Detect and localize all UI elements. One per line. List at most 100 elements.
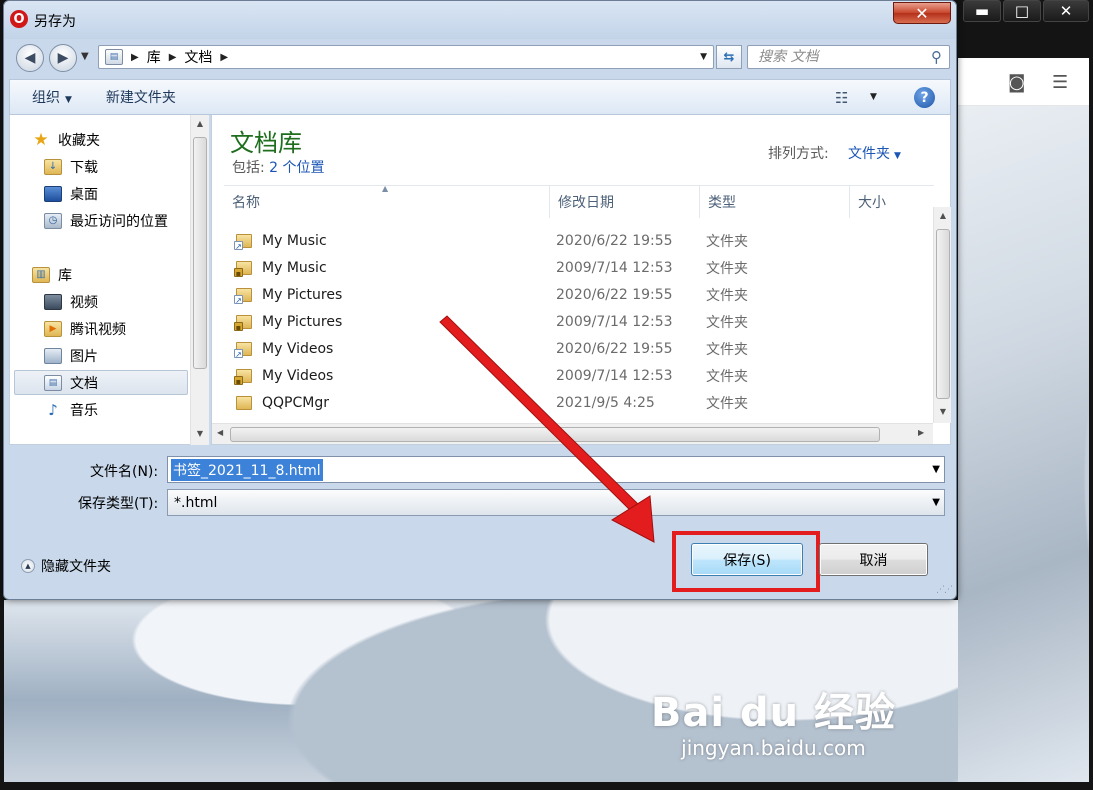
minimize-button[interactable]: ▬: [963, 0, 1001, 22]
nav-item-label: 库: [58, 267, 72, 284]
refresh-button[interactable]: ⇆: [716, 45, 742, 69]
library-includes: 包括: 2 个位置: [232, 157, 325, 177]
table-row[interactable]: ↗ My Music 2020/6/22 19:55 文件夹: [224, 227, 934, 254]
file-type: 文件夹: [706, 287, 748, 304]
breadcrumb-arrow-icon[interactable]: ▶: [220, 52, 228, 63]
file-name: My Music: [262, 259, 327, 276]
column-type-label: 类型: [708, 195, 736, 211]
chevron-down-icon[interactable]: ▼: [932, 497, 940, 508]
library-location-icon: ▤: [105, 49, 123, 65]
filename-input[interactable]: 书签_2021_11_8.html ▼: [167, 456, 945, 483]
file-list-horizontal-thumb[interactable]: [230, 427, 880, 442]
background-wallpaper-bottom: Bai du 经验 jingyan.baidu.com: [4, 600, 958, 782]
opera-icon: O: [10, 10, 28, 28]
table-row[interactable]: ↗ My Pictures 2020/6/22 19:55 文件夹: [224, 281, 934, 308]
file-date: 2020/6/22 19:55: [556, 340, 673, 357]
settings-sliders-icon[interactable]: ☰: [1052, 72, 1068, 93]
chevron-down-icon: ▼: [65, 95, 72, 105]
filename-label: 文件名(N):: [90, 464, 159, 480]
arrange-by-value: 文件夹: [848, 146, 890, 162]
folder-icon: [236, 395, 252, 410]
scroll-up-icon[interactable]: ▲: [934, 211, 952, 220]
table-row[interactable]: ▪ My Pictures 2009/7/14 12:53 文件夹: [224, 308, 934, 335]
file-type: 文件夹: [706, 341, 748, 358]
back-button[interactable]: ◀: [16, 44, 44, 72]
address-dropdown-icon[interactable]: ▼: [700, 52, 707, 62]
navigation-pane: ★ 收藏夹 ↓ 下载 桌面 ◷ 最近访问的位置 ▥ 库 视频 ▶ 腾讯视频 图片…: [9, 115, 209, 445]
search-input[interactable]: [758, 49, 923, 65]
file-list-vertical-scrollbar[interactable]: ▲ ▼: [933, 207, 951, 423]
organize-menu[interactable]: 组织 ▼: [32, 87, 72, 107]
file-list-vertical-thumb[interactable]: [936, 229, 950, 399]
file-type: 文件夹: [706, 314, 748, 331]
nav-item-favorites[interactable]: ★ 收藏夹: [10, 127, 188, 152]
camera-icon[interactable]: ◙: [1008, 72, 1025, 93]
view-options-icon[interactable]: ☷: [835, 89, 848, 107]
scroll-down-icon[interactable]: ▼: [934, 407, 952, 416]
background-wallpaper: ◙ ☰: [958, 58, 1089, 782]
file-list-horizontal-scrollbar[interactable]: ◀ ▶: [212, 423, 933, 444]
dialog-titlebar[interactable]: O 另存为 ✕: [4, 1, 956, 39]
resize-grip-icon[interactable]: ⋰⋰: [936, 585, 953, 595]
search-icon[interactable]: ⚲: [931, 48, 942, 66]
breadcrumb-library[interactable]: 库: [147, 47, 161, 67]
forward-button[interactable]: ▶: [49, 44, 77, 72]
navigation-scrollbar-thumb[interactable]: [193, 137, 207, 369]
nav-item-label: 音乐: [70, 402, 98, 419]
table-row[interactable]: ↗ My Videos 2020/6/22 19:55 文件夹: [224, 335, 934, 362]
save-as-dialog: O 另存为 ✕ ◀ ▶ ▼ ▤ ▶ 库 ▶ 文档 ▶ ▼ ⇆ ⚲ 组织 ▼ 新建文…: [3, 0, 957, 600]
navigation-scrollbar[interactable]: ▲ ▼: [190, 115, 209, 445]
scroll-up-icon[interactable]: ▲: [191, 119, 209, 128]
search-box[interactable]: ⚲: [747, 45, 950, 69]
table-row[interactable]: QQPCMgr 2021/9/5 4:25 文件夹: [224, 389, 934, 416]
help-icon[interactable]: ?: [914, 87, 935, 108]
arrow-right-icon: ▶: [57, 50, 69, 66]
new-folder-button[interactable]: 新建文件夹: [106, 87, 176, 107]
table-row[interactable]: ▪ My Videos 2009/7/14 12:53 文件夹: [224, 362, 934, 389]
nav-item-tencent-video[interactable]: ▶ 腾讯视频: [10, 316, 188, 341]
scroll-right-icon[interactable]: ▶: [918, 428, 924, 437]
filename-selected-text: 书签_2021_11_8.html: [171, 458, 323, 481]
breadcrumb-documents[interactable]: 文档: [184, 47, 212, 67]
file-list-pane: 文档库 包括: 2 个位置 排列方式: 文件夹 ▼ 名称 ▲ 修改日期 类型 大小 …: [211, 115, 951, 445]
column-type[interactable]: 类型: [700, 186, 850, 218]
nav-item-label: 最近访问的位置: [70, 213, 168, 230]
dialog-close-button[interactable]: ✕: [893, 2, 951, 24]
nav-item-libraries[interactable]: ▥ 库: [10, 262, 188, 287]
cancel-button[interactable]: 取消: [819, 543, 928, 576]
scroll-left-icon[interactable]: ◀: [217, 428, 223, 437]
nav-item-desktop[interactable]: 桌面: [10, 181, 188, 206]
table-row[interactable]: ▪ My Music 2009/7/14 12:53 文件夹: [224, 254, 934, 281]
file-date: 2020/6/22 19:55: [556, 232, 673, 249]
nav-item-recent-places[interactable]: ◷ 最近访问的位置: [10, 208, 188, 233]
maximize-button[interactable]: □: [1003, 0, 1041, 22]
column-name[interactable]: 名称 ▲: [224, 184, 550, 218]
column-name-label: 名称: [232, 195, 260, 211]
chevron-down-icon[interactable]: ▼: [932, 464, 940, 475]
breadcrumb-arrow-icon[interactable]: ▶: [131, 52, 139, 63]
nav-item-documents[interactable]: ▤ 文档: [14, 370, 188, 395]
filetype-select[interactable]: *.html ▼: [167, 489, 945, 516]
view-dropdown-icon[interactable]: ▼: [870, 92, 877, 102]
nav-item-music[interactable]: ♪ 音乐: [10, 397, 188, 422]
folder-shortcut-icon: ↗: [234, 287, 252, 305]
arrange-by-dropdown[interactable]: 文件夹 ▼: [848, 143, 901, 163]
nav-item-pictures[interactable]: 图片: [10, 343, 188, 368]
background-caption-buttons: ▬ □ ✕: [953, 0, 1093, 32]
save-button[interactable]: 保存(S): [691, 543, 803, 576]
nav-item-downloads[interactable]: ↓ 下载: [10, 154, 188, 179]
hide-folders-toggle[interactable]: ▲ 隐藏文件夹: [21, 556, 111, 576]
background-close-button[interactable]: ✕: [1043, 0, 1089, 22]
collapse-up-icon: ▲: [21, 559, 35, 573]
nav-item-label: 视频: [70, 294, 98, 311]
includes-locations-link[interactable]: 2 个位置: [269, 160, 324, 176]
column-size[interactable]: 大小: [850, 186, 930, 218]
scroll-down-icon[interactable]: ▼: [191, 429, 209, 438]
breadcrumb-arrow-icon[interactable]: ▶: [169, 52, 177, 63]
recent-locations-dropdown[interactable]: ▼: [81, 51, 89, 62]
nav-item-videos[interactable]: 视频: [10, 289, 188, 314]
background-toolbar: ◙ ☰: [958, 58, 1089, 106]
file-type: 文件夹: [706, 233, 748, 250]
column-date-modified[interactable]: 修改日期: [550, 186, 700, 218]
address-bar[interactable]: ▤ ▶ 库 ▶ 文档 ▶ ▼: [98, 45, 714, 69]
